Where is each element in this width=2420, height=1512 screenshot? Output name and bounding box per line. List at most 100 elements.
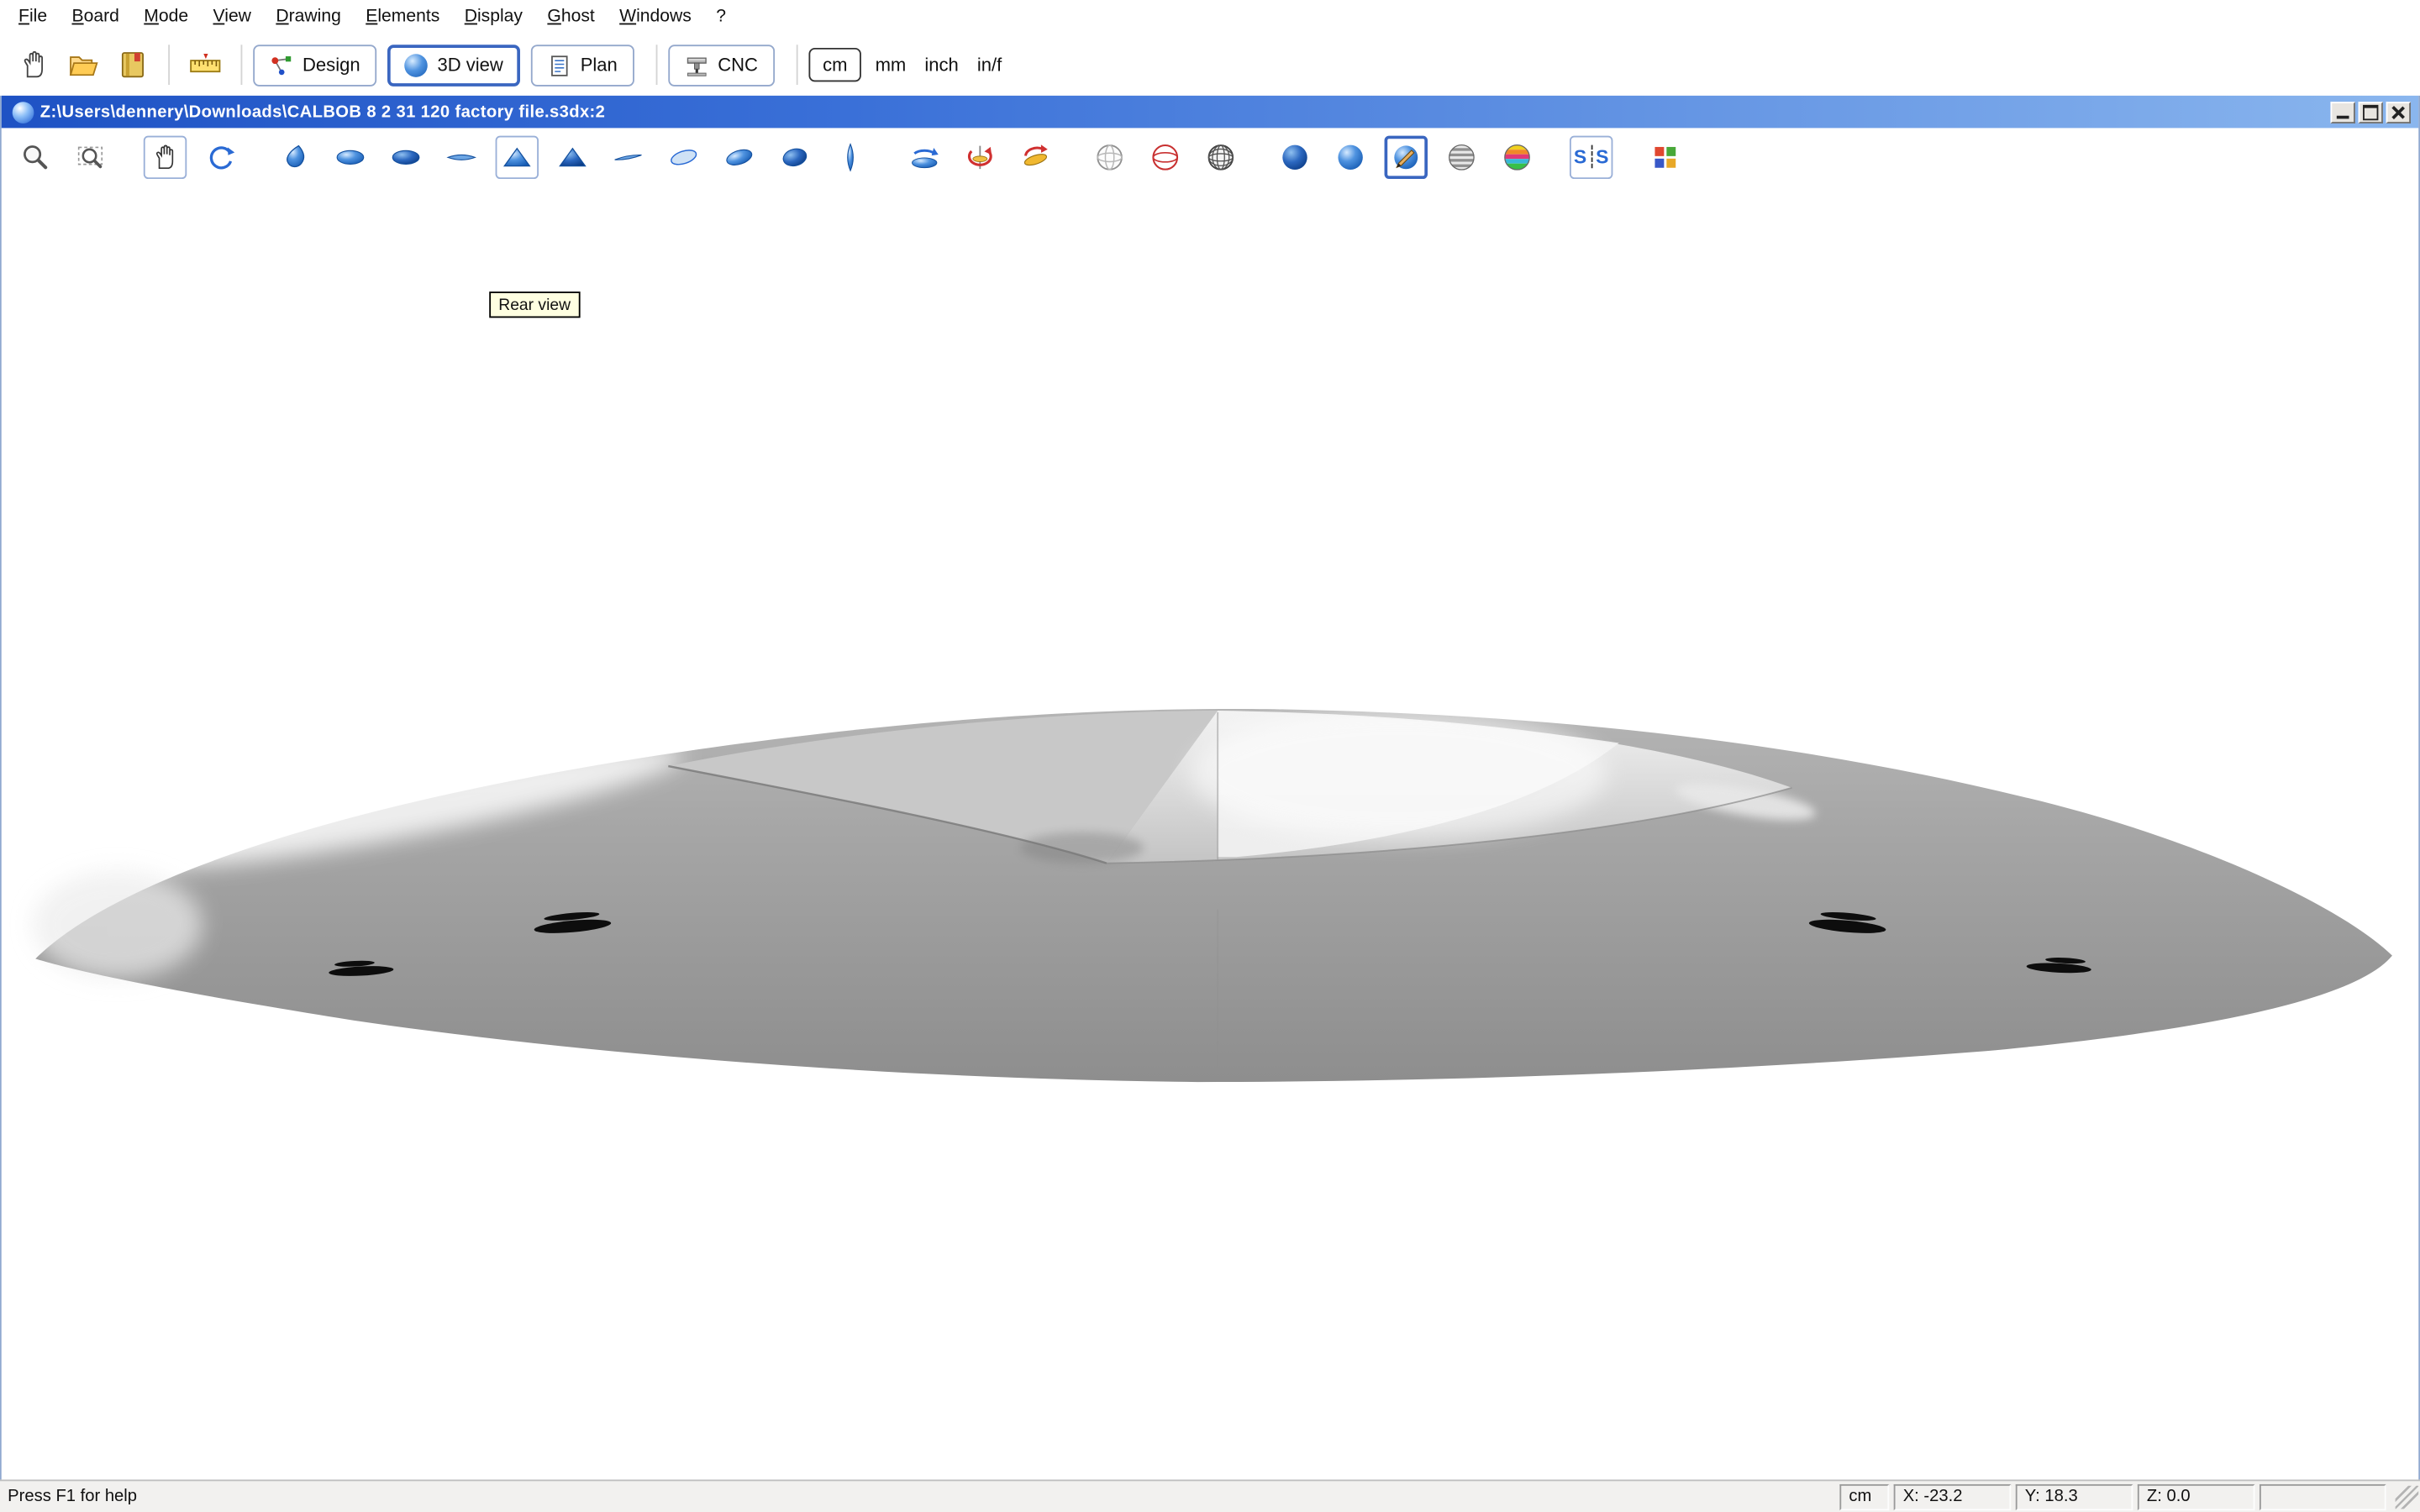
- side-view-icon: [446, 141, 477, 172]
- rear-view-icon: [502, 141, 533, 172]
- spin-horizontal-button[interactable]: [902, 135, 945, 178]
- measurements-button[interactable]: [181, 40, 230, 90]
- render-painted-button[interactable]: [1385, 135, 1428, 178]
- menu-item-ghost[interactable]: Ghost: [535, 3, 608, 31]
- tilted-bottom-view-icon: [723, 141, 755, 172]
- tooltip: Rear view: [489, 291, 580, 318]
- spin-vertical-icon: [965, 141, 996, 172]
- pointer-tool-button[interactable]: [9, 40, 59, 90]
- multi-view-layout-button[interactable]: [1644, 135, 1686, 178]
- unit-mm[interactable]: mm: [866, 50, 916, 81]
- menu-item-windows[interactable]: Windows: [607, 3, 703, 31]
- render-layers-icon: [1446, 141, 1477, 172]
- main-toolbar: Design 3D view Plan CNC cm mm inch: [0, 34, 2420, 95]
- bottom-view-icon: [391, 141, 422, 172]
- pan-button[interactable]: [144, 135, 187, 178]
- front-view-icon: [557, 141, 588, 172]
- 3d-view-mode-button[interactable]: 3D view: [388, 44, 520, 86]
- symmetry-button[interactable]: S S: [1570, 135, 1612, 178]
- open-file-button[interactable]: [59, 40, 108, 90]
- separator: [168, 45, 170, 85]
- render-wireframe-red-button[interactable]: [1144, 135, 1186, 178]
- render-wireframe-red-icon: [1150, 141, 1181, 172]
- cnc-mode-label: CNC: [718, 54, 758, 76]
- 3d-view-mode-label: 3D view: [437, 54, 502, 76]
- pan-hand-icon: [150, 141, 181, 172]
- close-icon: [2391, 104, 2406, 119]
- minimize-button[interactable]: [2330, 101, 2354, 123]
- tilted-bottom-view-button[interactable]: [718, 135, 760, 178]
- spin-free-icon: [1020, 141, 1051, 172]
- document-title-bar[interactable]: Z:\Users\dennery\Downloads\CALBOB 8 2 31…: [2, 96, 2418, 129]
- resize-grip[interactable]: [2396, 1485, 2419, 1509]
- save-file-icon: [116, 48, 150, 81]
- rotate-view-button[interactable]: [199, 135, 242, 178]
- document-title: Z:\Users\dennery\Downloads\CALBOB 8 2 31…: [40, 102, 606, 121]
- render-curvature-button[interactable]: [1496, 135, 1539, 178]
- spin-horizontal-icon: [909, 141, 940, 172]
- ruler-icon: [188, 48, 222, 81]
- status-fields: cm X: -23.2 Y: 18.3 Z: 0.0: [1839, 1483, 2386, 1509]
- render-layers-button[interactable]: [1440, 135, 1483, 178]
- perspective-view-button[interactable]: [273, 135, 316, 178]
- separator: [241, 45, 243, 85]
- view-toolbar: S S: [2, 128, 2418, 185]
- render-wireframe-button[interactable]: [1088, 135, 1131, 178]
- menu-item-drawing[interactable]: Drawing: [264, 3, 354, 31]
- three-quarter-view-button[interactable]: [773, 135, 816, 178]
- menu-item-file[interactable]: File: [6, 3, 59, 31]
- cnc-mode-button[interactable]: CNC: [668, 44, 775, 86]
- status-help-text: Press F1 for help: [8, 1488, 137, 1506]
- menu-item-mode[interactable]: Mode: [132, 3, 201, 31]
- tilted-top-view-icon: [668, 141, 699, 172]
- unit-inch[interactable]: inch: [915, 50, 967, 81]
- spin-vertical-button[interactable]: [959, 135, 1002, 178]
- plan-mode-icon: [548, 53, 571, 76]
- plan-mode-button[interactable]: Plan: [531, 44, 634, 86]
- tilted-top-view-button[interactable]: [662, 135, 705, 178]
- spin-free-button[interactable]: [1014, 135, 1057, 178]
- separator: [656, 45, 658, 85]
- render-smooth-button[interactable]: [1328, 135, 1371, 178]
- zoom-area-button[interactable]: [70, 135, 113, 178]
- cnc-mode-icon: [686, 53, 709, 76]
- design-mode-button[interactable]: Design: [253, 44, 377, 86]
- close-button[interactable]: [2386, 101, 2411, 123]
- design-mode-label: Design: [302, 54, 360, 76]
- menu-item-board[interactable]: Board: [60, 3, 132, 31]
- menu-item-help[interactable]: ?: [704, 3, 739, 31]
- top-view-icon: [335, 141, 366, 172]
- status-z-coordinate: Z: 0.0: [2138, 1483, 2255, 1509]
- bottom-view-button[interactable]: [384, 135, 427, 178]
- side-thin-view-icon: [613, 141, 644, 172]
- render-solid-button[interactable]: [1273, 135, 1316, 178]
- document-icon: [13, 101, 34, 123]
- zoom-button[interactable]: [14, 135, 57, 178]
- menu-item-display[interactable]: Display: [452, 3, 535, 31]
- status-empty-field: [2260, 1483, 2386, 1509]
- design-mode-icon: [270, 53, 293, 76]
- document-window: Z:\Users\dennery\Downloads\CALBOB 8 2 31…: [0, 96, 2420, 1481]
- symmetry-axis-icon: [1591, 145, 1592, 169]
- render-mesh-button[interactable]: [1199, 135, 1242, 178]
- front-view-button[interactable]: [551, 135, 594, 178]
- application-window: File Board Mode View Drawing Elements Di…: [0, 0, 2420, 1512]
- status-x-coordinate: X: -23.2: [1894, 1483, 2012, 1509]
- zoom-icon: [20, 141, 51, 172]
- multi-view-layout-icon: [1651, 143, 1679, 171]
- menu-item-elements[interactable]: Elements: [354, 3, 452, 31]
- unit-inf[interactable]: in/f: [968, 50, 1011, 81]
- maximize-button[interactable]: [2359, 101, 2383, 123]
- profile-view-button[interactable]: [829, 135, 871, 178]
- open-folder-icon: [66, 48, 100, 81]
- status-y-coordinate: Y: 18.3: [2016, 1483, 2133, 1509]
- top-view-button[interactable]: [329, 135, 371, 178]
- viewport-3d[interactable]: [2, 185, 2418, 1479]
- side-view-button[interactable]: [439, 135, 482, 178]
- rear-view-button[interactable]: [496, 135, 539, 178]
- side-thin-view-button[interactable]: [607, 135, 650, 178]
- save-file-button[interactable]: [108, 40, 158, 90]
- unit-cm[interactable]: cm: [809, 48, 861, 81]
- menu-item-view[interactable]: View: [201, 3, 264, 31]
- perspective-view-icon: [279, 141, 310, 172]
